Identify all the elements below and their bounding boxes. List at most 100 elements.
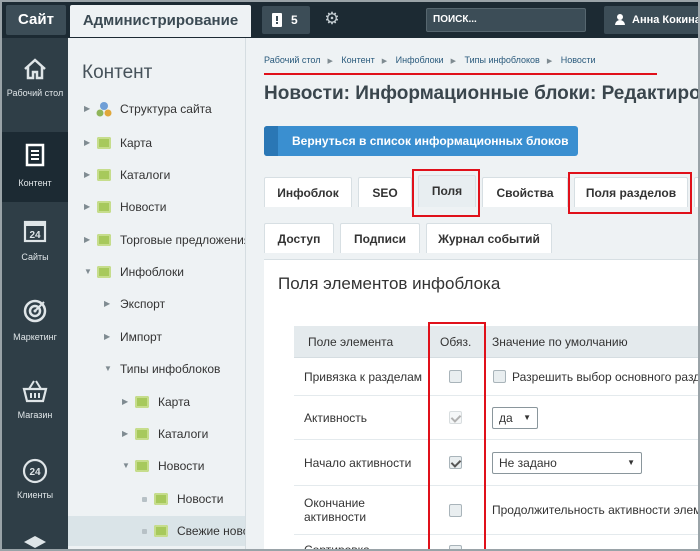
default-select[interactable]: Не задано <box>492 452 642 474</box>
panel-title: Поля элементов инфоблока <box>278 274 501 293</box>
app-window: Сайт Администрирование 5 ⚙ ПОИСК... Анна… <box>0 0 700 551</box>
gear-icon[interactable]: ⚙ <box>322 9 342 29</box>
nav-label: Магазин <box>17 410 53 420</box>
basket-icon <box>22 380 48 403</box>
tree-item-trade-offers[interactable]: ▶ Торговые предложения <box>68 225 245 255</box>
field-name: Начало активности <box>304 456 412 470</box>
user-name: Анна Кокина <box>632 14 700 26</box>
folder-icon <box>97 137 111 149</box>
column-header: Значение по умолчанию <box>492 335 628 349</box>
layers-icon[interactable] <box>22 534 48 550</box>
tree-item-fresh-news[interactable]: Свежие новости <box>68 516 245 546</box>
table-row: Начало активности Не задано <box>294 440 698 486</box>
tab-access[interactable]: Доступ <box>264 223 334 253</box>
nav-label: Клиенты <box>16 490 54 500</box>
tab-infoblock[interactable]: Инфоблок <box>264 177 352 207</box>
nav-item-shop[interactable]: Магазин <box>2 368 68 438</box>
breadcrumb-item[interactable]: Типы инфоблоков <box>465 55 540 65</box>
table-row: Привязка к разделам Разрешить выбор осно… <box>294 359 700 396</box>
admin-button[interactable]: Администрирование <box>70 5 251 37</box>
nav-label: Контент <box>18 178 52 188</box>
field-name: Активность <box>304 411 368 425</box>
notifications-button[interactable]: 5 <box>262 6 310 34</box>
tree-item-news[interactable]: ▶ Новости <box>68 192 245 222</box>
breadcrumb: Рабочий стол ▶ Контент ▶ Инфоблоки ▶ Типы и… <box>264 55 596 65</box>
document-icon <box>25 143 45 167</box>
folder-icon <box>135 396 149 408</box>
tab-seo[interactable]: SEO <box>358 177 412 207</box>
nav-item-content[interactable]: Контент <box>2 132 68 202</box>
table-row: Сортировка <box>294 535 698 551</box>
notifications-count: 5 <box>291 13 298 27</box>
folder-icon <box>97 234 111 246</box>
highlight-box <box>428 322 486 549</box>
tree-item-map[interactable]: ▶ Карта <box>68 128 245 158</box>
clients-icon: 24 <box>22 458 48 484</box>
infoblock-icon <box>154 525 168 537</box>
tree-item-news-block[interactable]: Новости <box>68 484 245 514</box>
tree-item-type-catalogs[interactable]: ▶ Каталоги <box>68 419 245 449</box>
tree-item-type-news[interactable]: ▼ Новости <box>68 451 245 481</box>
breadcrumb-item[interactable]: Контент <box>341 55 374 65</box>
infoblock-icon <box>154 493 168 505</box>
folder-icon <box>97 201 111 213</box>
site-button[interactable]: Сайт <box>6 5 66 35</box>
table-header: Поле элемента Обяз. Значение по умолчани… <box>294 326 698 358</box>
main-content: Рабочий стол ▶ Контент ▶ Инфоблоки ▶ Типы и… <box>246 38 700 551</box>
nav-label: Сайты <box>21 252 49 262</box>
default-checkbox[interactable] <box>493 370 506 383</box>
nav-item-desktop[interactable]: Рабочий стол <box>2 46 68 116</box>
svg-text:24: 24 <box>29 230 41 241</box>
default-value: Разрешить выбор основного раздела <box>512 370 700 384</box>
nav-item-marketing[interactable]: Маркетинг <box>2 288 68 358</box>
tree-item-site-structure[interactable]: ▶ Структура сайта <box>68 94 245 124</box>
breadcrumb-item[interactable]: Рабочий стол <box>264 55 321 65</box>
table-row: Окончание активности Продолжительность а… <box>294 486 700 535</box>
default-value: Продолжительность активности элемента <box>492 503 700 517</box>
back-to-list-button[interactable]: Вернуться в список информационных блоков <box>264 126 578 156</box>
breadcrumb-item[interactable]: Инфоблоки <box>396 55 444 65</box>
svg-text:24: 24 <box>29 467 41 478</box>
user-icon <box>615 14 625 25</box>
nav-item-sites[interactable]: 24 Сайты <box>2 208 68 278</box>
tab-properties[interactable]: Свойства <box>482 177 568 207</box>
target-icon <box>23 299 47 323</box>
column-header: Поле элемента <box>308 335 394 349</box>
folder-icon <box>135 460 149 472</box>
tab-more[interactable] <box>694 177 698 207</box>
fields-panel: Поля элементов инфоблока Поле элемента О… <box>264 259 700 551</box>
nav-item-clients[interactable]: 24 Клиенты <box>2 448 68 518</box>
top-bar: Сайт Администрирование 5 ⚙ ПОИСК... Анна… <box>2 2 700 38</box>
tree-item-export[interactable]: ▶ Экспорт <box>68 289 245 319</box>
tab-captions[interactable]: Подписи <box>340 223 420 253</box>
tab-event-log[interactable]: Журнал событий <box>426 223 552 253</box>
field-name: Окончание активности <box>304 496 367 524</box>
tree-item-infoblock-types[interactable]: ▼ Типы инфоблоков <box>68 354 245 384</box>
sidebar-title: Контент <box>82 62 153 83</box>
field-name: Привязка к разделам <box>304 370 423 384</box>
tree-item-catalogs[interactable]: ▶ Каталоги <box>68 160 245 190</box>
highlight-box <box>568 172 692 214</box>
breadcrumb-item[interactable]: Новости <box>561 55 596 65</box>
home-icon <box>24 58 46 80</box>
folder-icon <box>135 428 149 440</box>
field-name: Сортировка <box>304 543 370 551</box>
table-row: Активность да <box>294 396 698 440</box>
infoblock-icon <box>97 266 111 278</box>
left-navigation: Рабочий стол Контент 24 Сайты Маркетинг … <box>2 38 68 550</box>
search-input[interactable]: ПОИСК... <box>426 8 586 32</box>
tree-item-infoblocks[interactable]: ▼ Инфоблоки <box>68 257 245 287</box>
nav-label: Рабочий стол <box>6 88 64 98</box>
content-sidebar: Контент ▶ Структура сайта ▶ Карта ▶ Ката… <box>68 38 246 549</box>
user-menu[interactable]: Анна Кокина <box>604 6 700 34</box>
default-select[interactable]: да <box>492 407 538 429</box>
highlight-underline <box>264 73 657 75</box>
structure-icon <box>96 102 112 117</box>
notification-icon <box>272 13 282 27</box>
tree-item-import[interactable]: ▶ Импорт <box>68 322 245 352</box>
highlight-box <box>412 169 480 217</box>
folder-icon <box>97 169 111 181</box>
page-title: Новости: Информационные блоки: Редактиро… <box>264 83 700 104</box>
nav-label: Маркетинг <box>13 332 57 342</box>
tree-item-type-map[interactable]: ▶ Карта <box>68 387 245 417</box>
